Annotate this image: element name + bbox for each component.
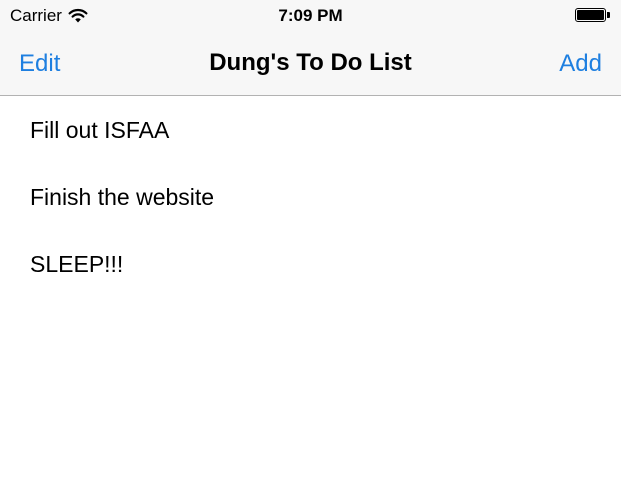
top-bar: Carrier 7:09 PM Edit Dung's To Do List A… — [0, 0, 621, 96]
screen: Carrier 7:09 PM Edit Dung's To Do List A… — [0, 0, 621, 485]
list-item[interactable]: SLEEP!!! — [0, 230, 621, 297]
todo-list: Fill out ISFAA Finish the website SLEEP!… — [0, 96, 621, 297]
page-title: Dung's To Do List — [209, 49, 412, 76]
status-time: 7:09 PM — [278, 6, 343, 25]
battery-body — [575, 8, 606, 22]
battery-fill — [577, 10, 604, 20]
navigation-bar: Edit Dung's To Do List Add — [0, 32, 621, 95]
list-item[interactable]: Fill out ISFAA — [0, 96, 621, 163]
add-button[interactable]: Add — [559, 50, 602, 78]
battery-tip — [607, 12, 610, 18]
status-bar: Carrier 7:09 PM — [0, 0, 621, 32]
list-item[interactable]: Finish the website — [0, 163, 621, 230]
battery-icon — [575, 7, 611, 23]
